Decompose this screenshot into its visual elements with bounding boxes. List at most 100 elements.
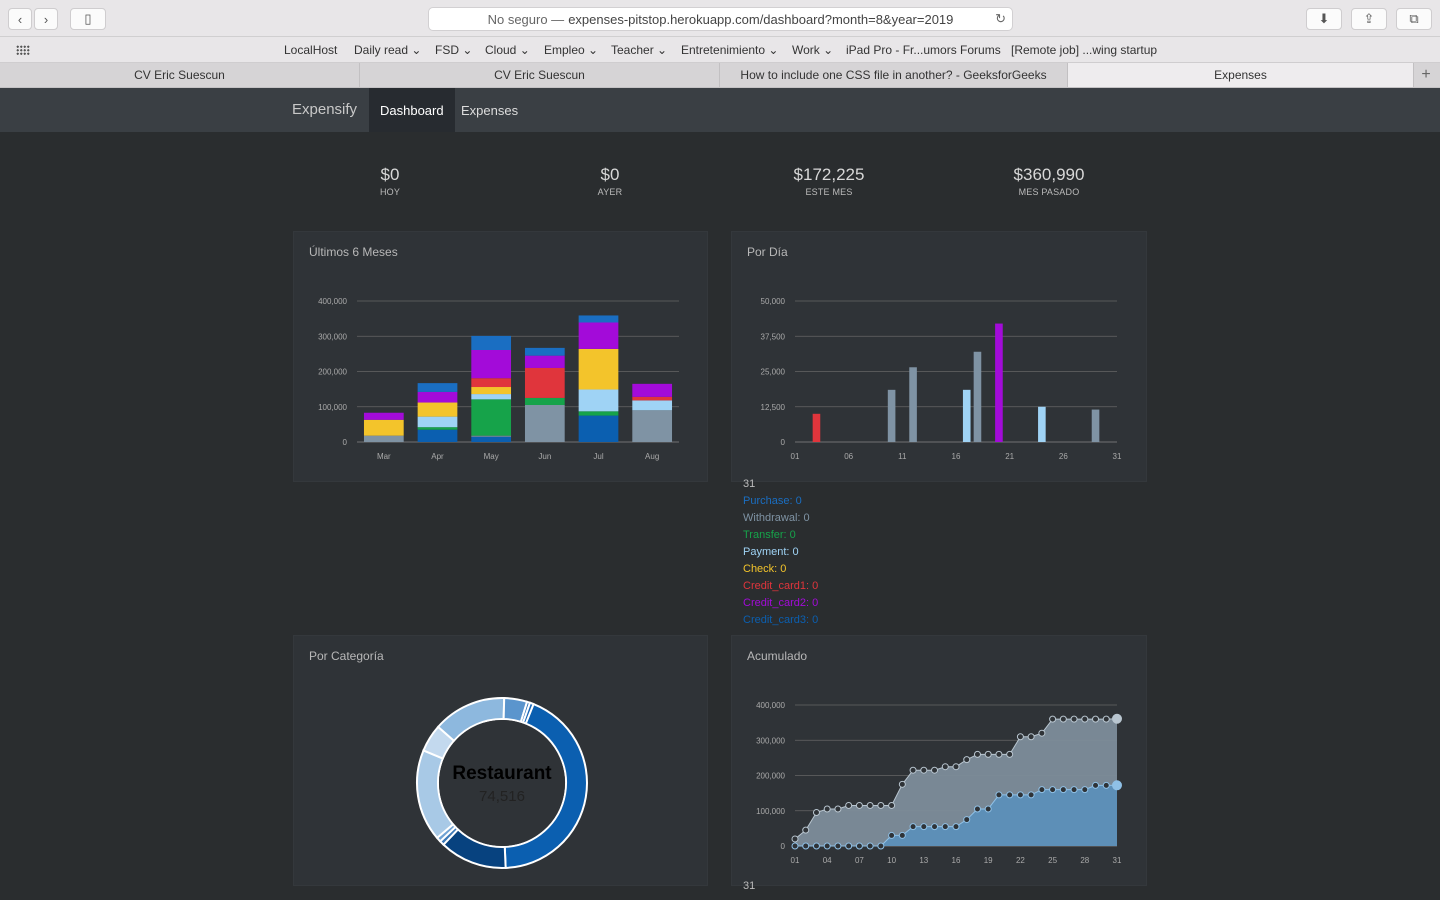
reload-icon[interactable]: ↻ [995, 11, 1006, 27]
tabs-overview-button[interactable]: ⧉ [1396, 8, 1432, 30]
bookmark-folder[interactable]: Empleo ⌄ [544, 43, 598, 57]
forward-button[interactable]: › [34, 8, 58, 30]
x-tick-label: 04 [823, 856, 832, 865]
app-navbar: Expensify Dashboard Expenses [0, 88, 1440, 132]
data-point [834, 805, 842, 813]
x-tick-label: Apr [431, 452, 444, 461]
daily-bar-chart: 0 12,500 25,000 37,500 50,000 01 06 11 16 21 26 31 [761, 297, 1122, 461]
day-bar [1091, 409, 1100, 442]
bar-segment [578, 315, 619, 323]
data-point [931, 766, 939, 774]
brand-logo[interactable]: Expensify [292, 101, 357, 118]
bookmarks-bar: LocalHost Daily read ⌄ FSD ⌄ Cloud ⌄ Emp… [0, 37, 1440, 63]
data-point [920, 823, 928, 831]
data-point [823, 842, 831, 850]
data-point [1049, 786, 1057, 794]
data-point [941, 763, 949, 771]
bar-segment [632, 396, 673, 401]
sidebar-button[interactable]: ▯ [70, 8, 106, 30]
bar-segment [417, 402, 458, 417]
bookmark-folder[interactable]: FSD ⌄ [435, 43, 472, 57]
share-button[interactable]: ⇪ [1351, 8, 1387, 30]
data-point [1027, 791, 1035, 799]
bookmark-item[interactable]: LocalHost [284, 43, 337, 57]
bookmark-folder[interactable]: Teacher ⌄ [611, 43, 667, 57]
data-point [1112, 780, 1122, 791]
legend-item: Credit_card3: 0 [743, 614, 819, 626]
bar-segment [471, 394, 512, 400]
y-tick-label: 400,000 [318, 297, 347, 306]
bookmark-item[interactable]: iPad Pro - Fr...umors Forums [846, 43, 1001, 57]
data-point [941, 823, 949, 831]
back-button[interactable]: ‹ [8, 8, 32, 30]
stat-label: AYER [597, 187, 623, 197]
data-point [1070, 786, 1078, 794]
x-tick-label: 22 [1016, 856, 1025, 865]
apps-grid-icon[interactable] [16, 45, 30, 55]
bar-segment [417, 427, 458, 430]
data-point [1006, 791, 1014, 799]
data-point [855, 842, 863, 850]
nav-dashboard[interactable]: Dashboard [369, 88, 455, 132]
data-point [1006, 750, 1014, 758]
data-point [845, 842, 853, 850]
daily-chart-panel: Por Día 0 12,500 25,000 37,500 50,000 01 06 11 1… [731, 231, 1147, 482]
stat-label: MES PASADO [1018, 187, 1080, 197]
y-tick-label: 100,000 [318, 403, 347, 412]
data-point [1027, 733, 1035, 741]
browser-tab[interactable]: CV Eric Suescun [360, 63, 720, 87]
data-point [920, 766, 928, 774]
data-point [1112, 713, 1122, 724]
bookmark-folder[interactable]: Daily read ⌄ [354, 43, 421, 57]
data-point [973, 750, 981, 758]
browser-tab[interactable]: CV Eric Suescun [0, 63, 360, 87]
x-tick-label: May [484, 452, 499, 461]
category-donut-chart: Restaurant 74,516 [416, 697, 588, 869]
day-bar [962, 389, 971, 442]
bar-segment [578, 348, 619, 390]
data-point [1081, 715, 1089, 723]
chevron-left-icon: ‹ [17, 11, 23, 27]
legend-item: Payment: 0 [743, 546, 799, 558]
download-icon: ⬇ [1318, 11, 1330, 26]
legend-day: 31 [743, 478, 756, 490]
nav-expenses[interactable]: Expenses [450, 88, 529, 132]
data-point [866, 842, 874, 850]
category-chart-panel: Por Categoría Restaurant 74,516 [293, 635, 708, 886]
data-point [952, 823, 960, 831]
browser-tab-active[interactable]: Expenses [1068, 63, 1414, 87]
bar-segment [632, 383, 673, 397]
bar-segment [363, 435, 404, 442]
cumulative-chart-panel: Acumulado 0 100,000 200,000 300,000 400,000 0… [731, 635, 1147, 886]
data-point [984, 805, 992, 813]
y-tick-label: 300,000 [756, 736, 785, 745]
legend-item: Check: 0 [743, 563, 787, 575]
bar-segment [471, 335, 512, 350]
bookmark-folder[interactable]: Entretenimiento ⌄ [681, 43, 778, 57]
data-point [952, 763, 960, 771]
address-bar[interactable]: No seguro — expenses-pitstop.herokuapp.c… [428, 7, 1013, 31]
tabs-icon: ⧉ [1409, 11, 1419, 26]
data-point [1059, 715, 1067, 723]
bar-segment [363, 419, 404, 436]
data-point [1081, 786, 1089, 794]
x-tick-label: 19 [984, 856, 993, 865]
y-tick-label: 50,000 [761, 297, 786, 306]
daily-legend: 31 Purchase: 0 Withdrawal: 0 Transfer: 0 Pa… [743, 476, 818, 629]
bar-segment [578, 415, 619, 442]
months-bar-chart: 0 100,000 200,000 300,000 400,000 Mar Apr May Ju… [318, 297, 679, 461]
bookmark-folder[interactable]: Cloud ⌄ [485, 43, 530, 57]
bookmark-folder[interactable]: Work ⌄ [792, 43, 833, 57]
data-point [1038, 729, 1046, 737]
new-tab-button[interactable]: + [1412, 63, 1440, 87]
bookmark-item[interactable]: [Remote job] ...wing startup [1011, 43, 1157, 57]
data-point [984, 750, 992, 758]
downloads-button[interactable]: ⬇ [1306, 8, 1342, 30]
day-bar [887, 389, 896, 442]
bar-segment [471, 436, 512, 442]
plus-icon: + [1421, 66, 1431, 83]
x-tick-label: 16 [952, 856, 961, 865]
data-point [845, 801, 853, 809]
browser-tab[interactable]: How to include one CSS file in another? … [720, 63, 1068, 87]
day-bar [1038, 406, 1046, 442]
